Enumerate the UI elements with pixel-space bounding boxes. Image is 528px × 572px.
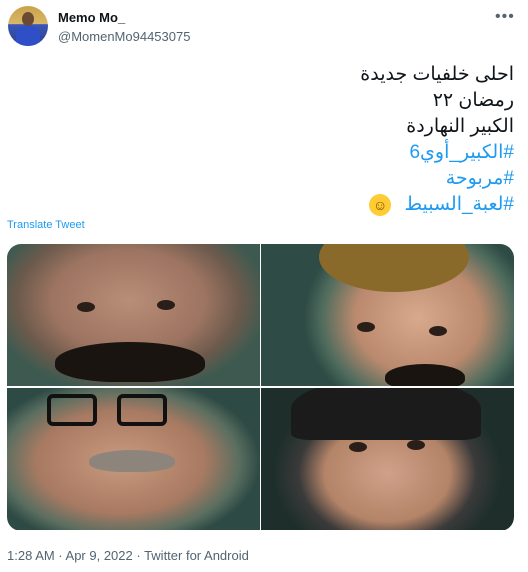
fake-mustache (55, 342, 205, 382)
media-grid (7, 244, 514, 531)
tweet-line: احلى خلفيات جديدة (360, 64, 514, 85)
hashtag-link[interactable]: #مربوحة (34, 166, 514, 192)
media-photo[interactable] (261, 388, 514, 530)
fake-mustache (385, 364, 465, 386)
eye (157, 300, 175, 310)
avatar[interactable] (8, 6, 48, 46)
glasses (47, 394, 97, 426)
hashtag-link[interactable]: #لعبة_السبيط (404, 194, 514, 215)
media-photo[interactable] (7, 388, 260, 530)
tweet-text: احلى خلفيات جديدة رمضان ٢٢ الكبير النهار… (34, 62, 514, 218)
translate-tweet-link[interactable]: Translate Tweet (7, 219, 85, 231)
media-photo[interactable] (7, 244, 260, 386)
media-photo[interactable] (261, 244, 514, 386)
eye (429, 326, 447, 336)
avatar-head (22, 12, 34, 26)
headscarf (291, 388, 481, 440)
author-name[interactable]: Memo Mo_ (58, 10, 125, 25)
eye (349, 442, 367, 452)
hair (319, 244, 469, 292)
mustache (89, 450, 175, 472)
laughing-emoji-icon: ☺ (369, 193, 392, 216)
eye (407, 440, 425, 450)
eye (77, 302, 95, 312)
tweet-line: الكبير النهاردة (406, 116, 514, 137)
tweet-line: رمضان ٢٢ (432, 90, 514, 111)
hashtag-link[interactable]: #الكبير_أوي6 (34, 140, 514, 166)
more-options-icon[interactable]: ••• (495, 8, 515, 26)
avatar-body (16, 26, 40, 46)
eye (357, 322, 375, 332)
tweet-timestamp[interactable]: 1:28 AM · Apr 9, 2022 · Twitter for Andr… (7, 548, 249, 563)
glasses (117, 394, 167, 426)
author-handle[interactable]: @MomenMo94453075 (58, 29, 190, 44)
